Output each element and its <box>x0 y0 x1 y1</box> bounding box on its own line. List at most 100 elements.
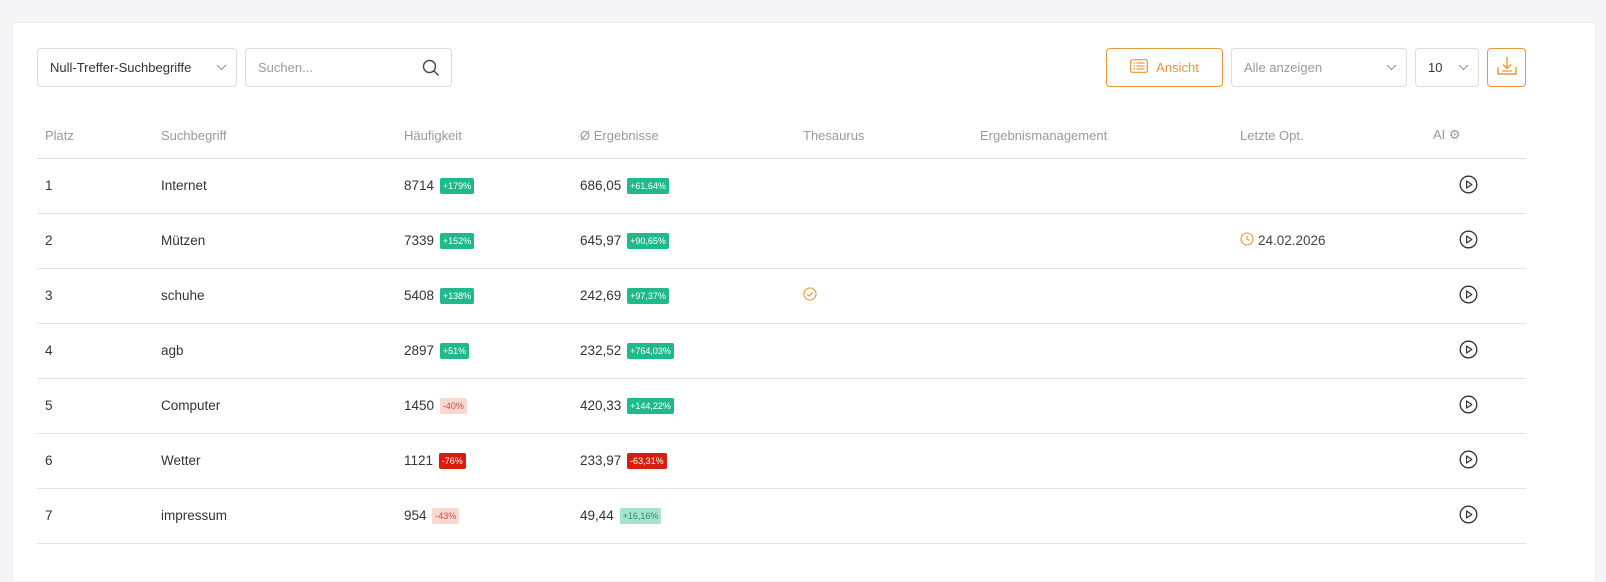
results-value: 242,69 <box>580 287 622 303</box>
rank-cell: 2 <box>37 213 153 269</box>
thesaurus-cell <box>795 158 972 214</box>
search-type-select[interactable]: Null-Treffer-Suchbegriffe <box>37 48 237 87</box>
results-change-badge: +144,22% <box>627 397 674 414</box>
table-row[interactable]: 2 Mützen 7339 +152% 645,97 +90,65% 24.02.202… <box>37 213 1526 269</box>
list-icon <box>1130 59 1149 76</box>
zero-results-card: Null-Treffer-Suchbegriffe Ansicht Alle a… <box>12 22 1596 582</box>
frequency-change-badge: +138% <box>439 287 475 304</box>
ai-cell <box>1425 323 1526 379</box>
results-change-badge: +16,16% <box>619 507 662 524</box>
filter-select[interactable]: Alle anzeigen <box>1231 48 1407 87</box>
play-circle-icon[interactable] <box>1459 340 1478 362</box>
view-button-label: Ansicht <box>1156 60 1199 75</box>
chevron-down-icon <box>1376 64 1406 71</box>
results-cell: 49,44 +16,16% <box>572 488 795 544</box>
page-size-select[interactable]: 10 <box>1415 48 1479 87</box>
last-opt-cell <box>1232 378 1425 434</box>
results-change-badge: +97,37% <box>627 287 669 304</box>
view-button[interactable]: Ansicht <box>1106 48 1223 87</box>
frequency-value: 5408 <box>404 287 435 303</box>
ai-cell <box>1425 488 1526 544</box>
frequency-value: 954 <box>404 507 427 523</box>
check-circle-icon <box>803 287 817 304</box>
frequency-change-badge: -40% <box>439 397 467 414</box>
results-change-badge: +61,64% <box>627 177 669 194</box>
play-circle-icon[interactable] <box>1459 175 1478 197</box>
ai-cell <box>1425 158 1526 214</box>
results-value: 232,52 <box>580 342 622 358</box>
table-row[interactable]: 3 schuhe 5408 +138% 242,69 +97,37% <box>37 268 1526 324</box>
download-button[interactable] <box>1487 48 1526 87</box>
frequency-cell: 2897 +51% <box>396 323 572 379</box>
column-header-term: Suchbegriff <box>153 113 396 159</box>
search-icon[interactable] <box>411 59 451 77</box>
play-circle-icon[interactable] <box>1459 230 1478 252</box>
results-change-badge: +90,65% <box>627 232 669 249</box>
results-value: 645,97 <box>580 232 622 248</box>
table-row[interactable]: 1 Internet 8714 +179% 686,05 +61,64% <box>37 158 1526 214</box>
play-circle-icon[interactable] <box>1459 450 1478 472</box>
search-term-cell: Mützen <box>153 213 396 269</box>
play-circle-icon[interactable] <box>1459 395 1478 417</box>
column-header-result-management: Ergebnismanagement <box>972 113 1232 159</box>
search-term-cell: Wetter <box>153 433 396 489</box>
results-cell: 686,05 +61,64% <box>572 158 795 214</box>
results-value: 233,97 <box>580 452 622 468</box>
column-header-last-opt: Letzte Opt. <box>1232 113 1425 159</box>
clock-icon <box>1240 232 1254 249</box>
table-row[interactable]: 7 impressum 954 -43% 49,44 +16,16% <box>37 488 1526 544</box>
ai-cell <box>1425 268 1526 324</box>
search-type-value: Null-Treffer-Suchbegriffe <box>50 60 192 75</box>
table-body: 1 Internet 8714 +179% 686,05 +61,64% 2 Mützen… <box>37 158 1526 544</box>
thesaurus-cell <box>795 268 972 324</box>
rank-cell: 5 <box>37 378 153 434</box>
rank-cell: 4 <box>37 323 153 379</box>
table-row[interactable]: 6 Wetter 1121 -76% 233,97 -63,31% <box>37 433 1526 489</box>
table-row[interactable]: 5 Computer 1450 -40% 420,33 +144,22% <box>37 378 1526 434</box>
frequency-value: 7339 <box>404 232 435 248</box>
results-value: 49,44 <box>580 507 614 523</box>
rank-cell: 1 <box>37 158 153 214</box>
search-term-cell: Internet <box>153 158 396 214</box>
column-header-thesaurus: Thesaurus <box>795 113 972 159</box>
frequency-cell: 1121 -76% <box>396 433 572 489</box>
results-change-badge: -63,31% <box>627 452 667 469</box>
search-term-cell: agb <box>153 323 396 379</box>
thesaurus-cell <box>795 378 972 434</box>
result-management-cell <box>972 433 1232 489</box>
search-input[interactable] <box>258 60 411 75</box>
result-management-cell <box>972 268 1232 324</box>
ai-cell <box>1425 378 1526 434</box>
download-icon <box>1496 55 1518 80</box>
rank-cell: 7 <box>37 488 153 544</box>
last-opt-cell <box>1232 268 1425 324</box>
play-circle-icon[interactable] <box>1459 505 1478 527</box>
results-cell: 233,97 -63,31% <box>572 433 795 489</box>
frequency-change-badge: +179% <box>439 177 475 194</box>
frequency-value: 1121 <box>404 452 434 468</box>
frequency-cell: 8714 +179% <box>396 158 572 214</box>
results-value: 686,05 <box>580 177 622 193</box>
frequency-value: 1450 <box>404 397 435 413</box>
last-opt-date: 24.02.2026 <box>1258 233 1326 248</box>
search-term-cell: Computer <box>153 378 396 434</box>
table-row[interactable]: 4 agb 2897 +51% 232,52 +764,03% <box>37 323 1526 379</box>
result-management-cell <box>972 158 1232 214</box>
play-circle-icon[interactable] <box>1459 285 1478 307</box>
column-header-frequency: Häufigkeit <box>396 113 572 159</box>
results-value: 420,33 <box>580 397 622 413</box>
frequency-value: 2897 <box>404 342 435 358</box>
filter-select-value: Alle anzeigen <box>1244 60 1323 75</box>
result-management-cell <box>972 323 1232 379</box>
column-header-results: Ø Ergebnisse <box>572 113 795 159</box>
result-management-cell <box>972 378 1232 434</box>
last-opt-cell <box>1232 323 1425 379</box>
thesaurus-cell <box>795 488 972 544</box>
search-term-cell: schuhe <box>153 268 396 324</box>
frequency-change-badge: -43% <box>432 507 460 524</box>
search-box <box>245 48 452 87</box>
toolbar: Null-Treffer-Suchbegriffe Ansicht Alle a… <box>13 23 1595 113</box>
last-opt-cell <box>1232 433 1425 489</box>
search-term-cell: impressum <box>153 488 396 544</box>
column-header-rank: Platz <box>37 113 153 159</box>
